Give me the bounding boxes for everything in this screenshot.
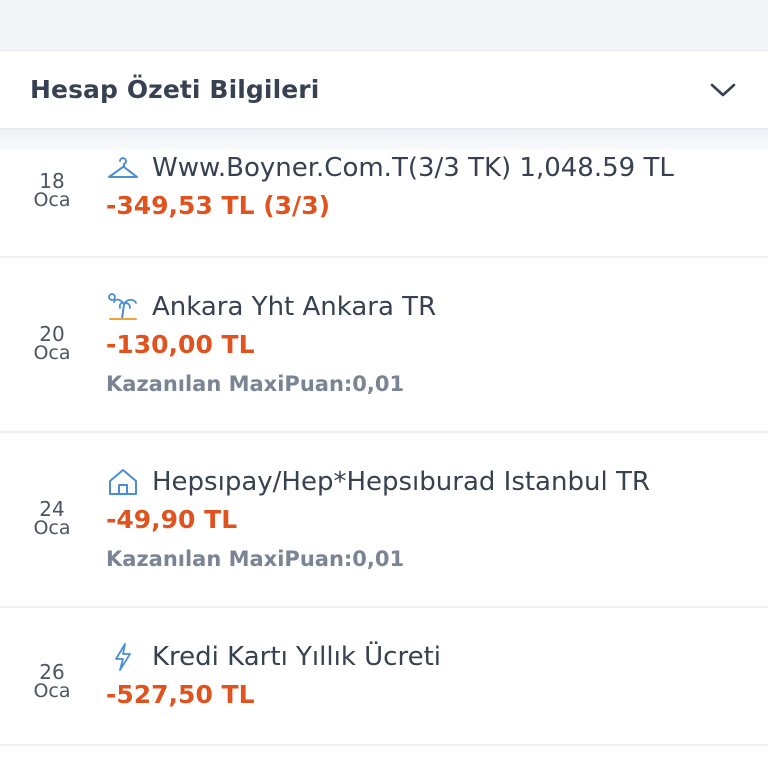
statement-summary-header[interactable]: Hesap Özeti Bilgileri: [0, 51, 768, 128]
transaction-date: 18 Oca: [30, 171, 74, 211]
merchant-name: Www.Boyner.Com.T(3/3 TK) 1,048.59 TL: [152, 153, 674, 183]
transaction-date: 24 Oca: [30, 499, 74, 539]
section-title: Hesap Özeti Bilgileri: [30, 75, 320, 104]
merchant-name: Kredi Kartı Yıllık Ücreti: [152, 642, 442, 672]
maxipuan-earned: Kazanılan MaxiPuan:0,01: [106, 547, 405, 571]
transaction-amount: -49,90 TL: [106, 505, 238, 534]
transaction-list: 18 Oca Www.Boyner.Com.T(3/3 TK) 1,048.59…: [0, 150, 768, 746]
palm-tree-icon: [106, 292, 140, 322]
hanger-icon: [106, 153, 140, 183]
transaction-row[interactable]: 18 Oca Www.Boyner.Com.T(3/3 TK) 1,048.59…: [0, 150, 768, 258]
lightning-icon: [106, 642, 140, 672]
transaction-row[interactable]: 20 Oca Ankara Yht Ankara TR -130,00 TL K…: [0, 258, 768, 433]
home-icon: [106, 467, 140, 497]
transaction-amount: -349,53 TL (3/3): [106, 191, 331, 220]
transaction-row[interactable]: 24 Oca Hepsıpay/Hep*Hepsıburad Istanbul …: [0, 433, 768, 608]
merchant-name: Hepsıpay/Hep*Hepsıburad Istanbul TR: [152, 467, 650, 497]
top-band: [0, 0, 768, 51]
transaction-amount: -130,00 TL: [106, 330, 255, 359]
merchant-name: Ankara Yht Ankara TR: [152, 292, 437, 322]
transaction-date: 26 Oca: [30, 662, 74, 702]
maxipuan-earned: Kazanılan MaxiPuan:0,01: [106, 372, 405, 396]
date-month: Oca: [33, 517, 71, 539]
chevron-down-icon[interactable]: [708, 75, 738, 105]
transaction-date: 20 Oca: [30, 324, 74, 364]
transaction-row[interactable]: 26 Oca Kredi Kartı Yıllık Ücreti -527,50…: [0, 608, 768, 746]
date-month: Oca: [33, 680, 71, 702]
date-month: Oca: [33, 342, 71, 364]
date-month: Oca: [33, 189, 71, 211]
transaction-amount: -527,50 TL: [106, 680, 255, 709]
